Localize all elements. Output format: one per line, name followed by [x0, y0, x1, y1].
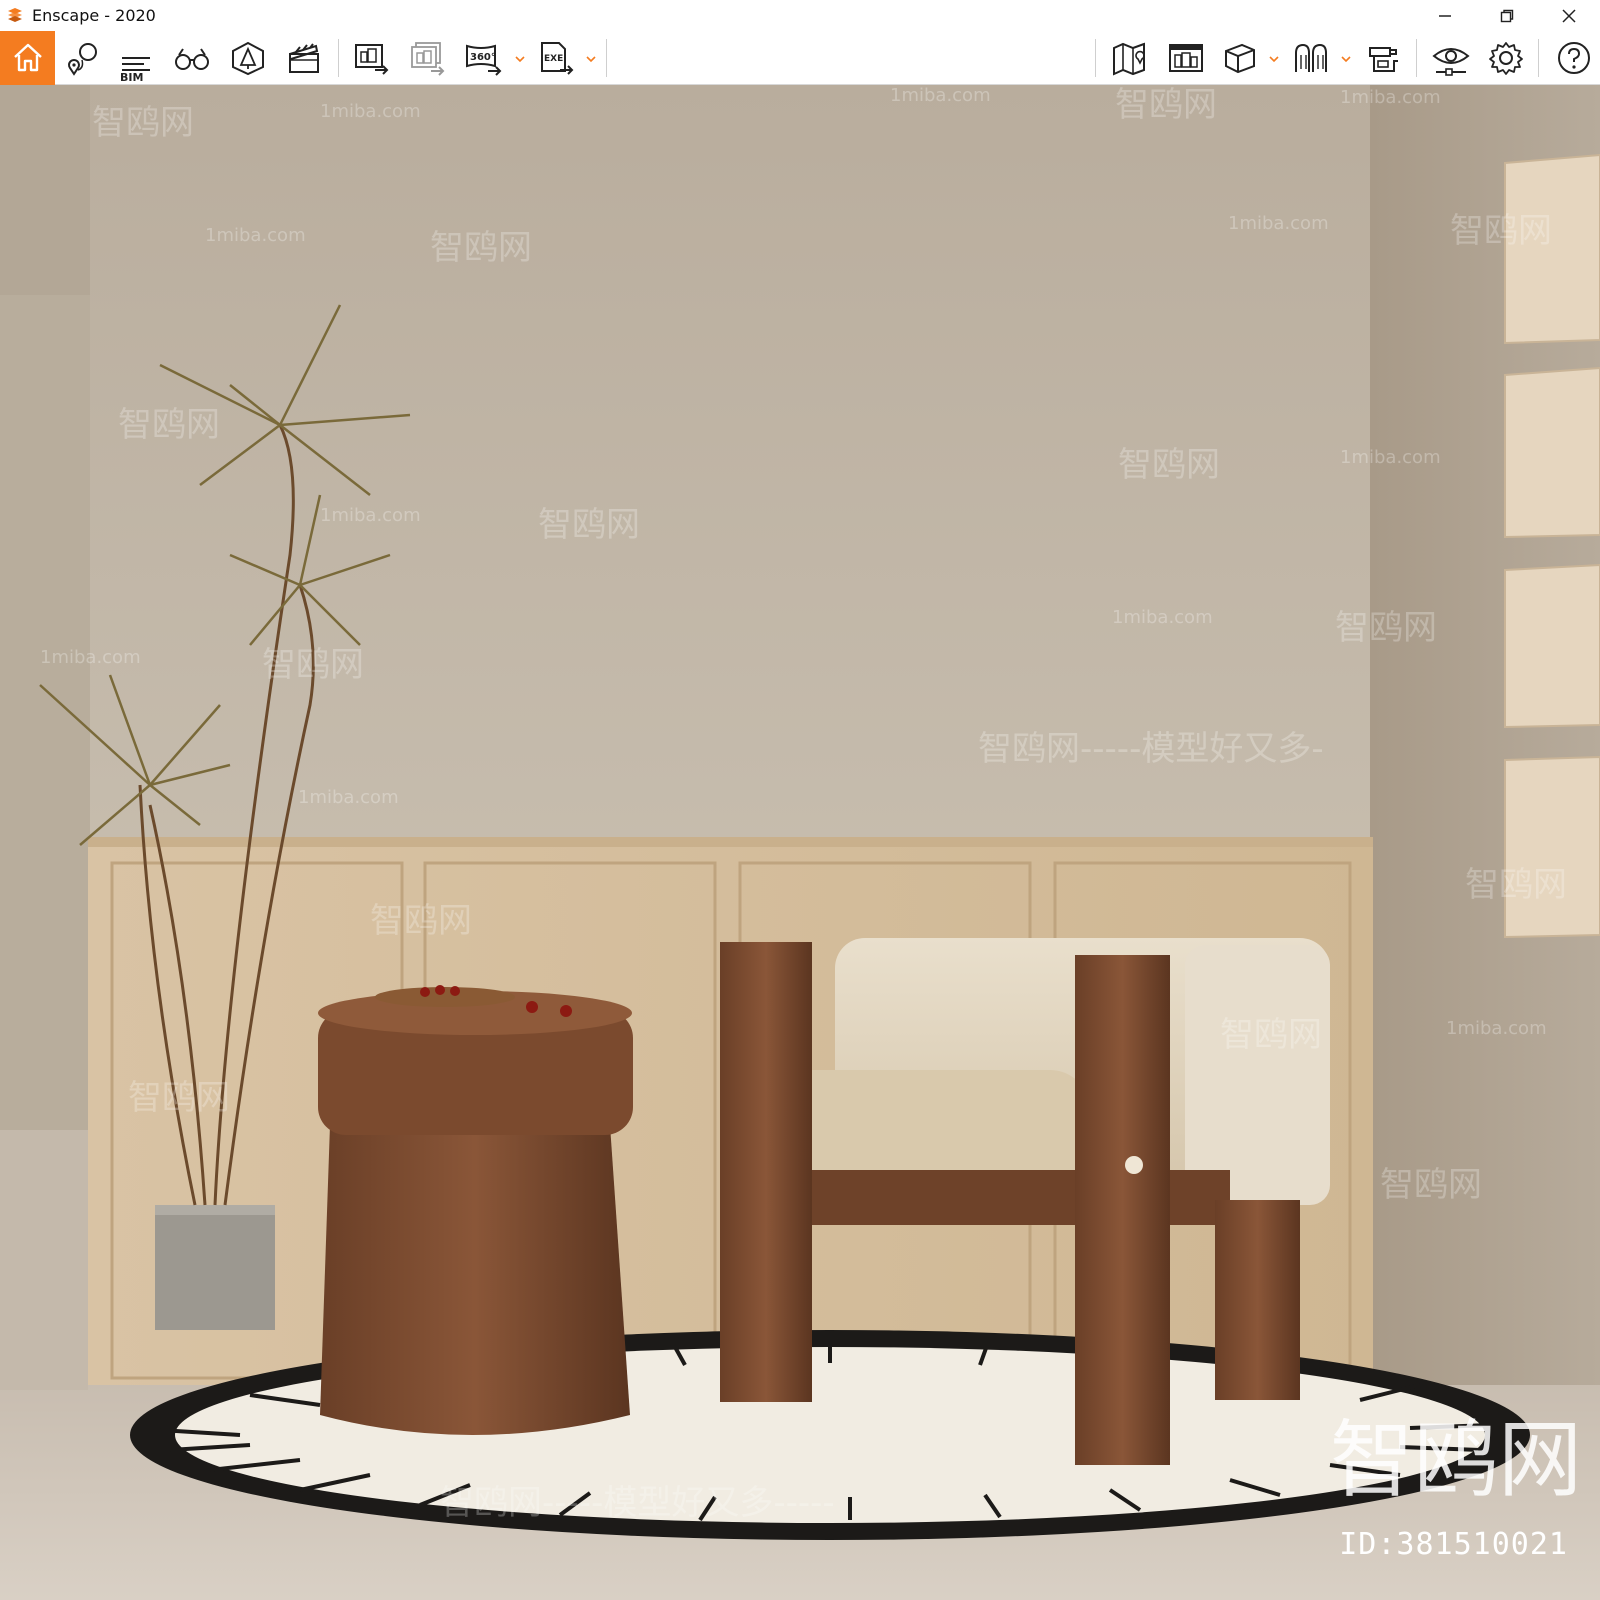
svg-text:EXE: EXE [544, 54, 563, 64]
close-icon [1562, 8, 1576, 23]
binoculars-button[interactable] [170, 31, 214, 85]
panorama-dropdown-chevron-icon[interactable] [515, 55, 525, 63]
asset-library-button[interactable] [226, 31, 270, 85]
video-editor-button[interactable] [282, 31, 326, 85]
views-button[interactable] [62, 31, 106, 85]
vr-headset-icon [1295, 43, 1327, 72]
panorama-360-button[interactable]: 360° [462, 31, 506, 85]
main-toolbar: BIM 360° EXE [0, 31, 1600, 112]
views-box-button[interactable] [1218, 31, 1262, 85]
render-export-icon [355, 44, 389, 75]
screenshot-button[interactable] [350, 31, 394, 85]
help-icon [1558, 42, 1590, 74]
batch-render-button[interactable] [406, 31, 450, 85]
image-id-label: ID:381510021 [1339, 1527, 1568, 1562]
close-button[interactable] [1538, 0, 1600, 31]
gear-icon [1489, 42, 1523, 75]
export-exe-icon: EXE [541, 42, 574, 75]
home-button[interactable] [0, 31, 55, 85]
map-button[interactable] [1108, 31, 1152, 85]
restore-icon [1500, 9, 1514, 22]
visual-settings-button[interactable] [1429, 31, 1473, 85]
minimize-icon [1439, 14, 1451, 17]
svg-text:360°: 360° [470, 52, 496, 63]
vr-dropdown-chevron-icon[interactable] [1341, 55, 1351, 63]
eye-settings-icon [1432, 48, 1470, 76]
location-views-icon [68, 43, 97, 76]
rendered-scene-image [0, 85, 1600, 1600]
web-export-icon [1169, 44, 1203, 72]
render-viewport[interactable]: 1miba.com 1miba.com 1miba.com 1miba.com … [0, 85, 1600, 1600]
toolbar-separator [1095, 39, 1096, 77]
toolbar-separator [1416, 39, 1417, 77]
export-dropdown-chevron-icon[interactable] [586, 55, 596, 63]
toolbar-separator [338, 39, 339, 77]
clapperboard-icon [289, 43, 319, 73]
cube-icon [1225, 43, 1255, 74]
web-standalone-button[interactable] [1164, 31, 1208, 85]
window-title: Enscape - 2020 [32, 6, 156, 25]
enscape-logo-icon [8, 7, 22, 22]
map-icon [1113, 42, 1145, 76]
batch-render-icon [411, 42, 445, 76]
live-updates-button[interactable] [1362, 31, 1406, 85]
export-exe-button[interactable]: EXE [535, 31, 579, 85]
window-controls [1414, 0, 1600, 31]
bim-label: BIM [120, 71, 144, 84]
cube-dropdown-chevron-icon[interactable] [1269, 55, 1279, 63]
toolbar-separator [1538, 39, 1539, 77]
home-icon [13, 43, 42, 72]
asset-library-icon [232, 41, 264, 76]
help-button[interactable] [1552, 31, 1596, 85]
window-title-bar: Enscape - 2020 [0, 0, 1600, 31]
binoculars-icon [175, 48, 209, 70]
vr-headset-button[interactable] [1289, 31, 1333, 85]
restore-button[interactable] [1476, 0, 1538, 31]
minimize-button[interactable] [1414, 0, 1476, 31]
settings-button[interactable] [1484, 31, 1528, 85]
toolbar-separator [606, 39, 607, 77]
sync-icon [1369, 47, 1398, 72]
panorama-360-icon: 360° [466, 44, 502, 76]
